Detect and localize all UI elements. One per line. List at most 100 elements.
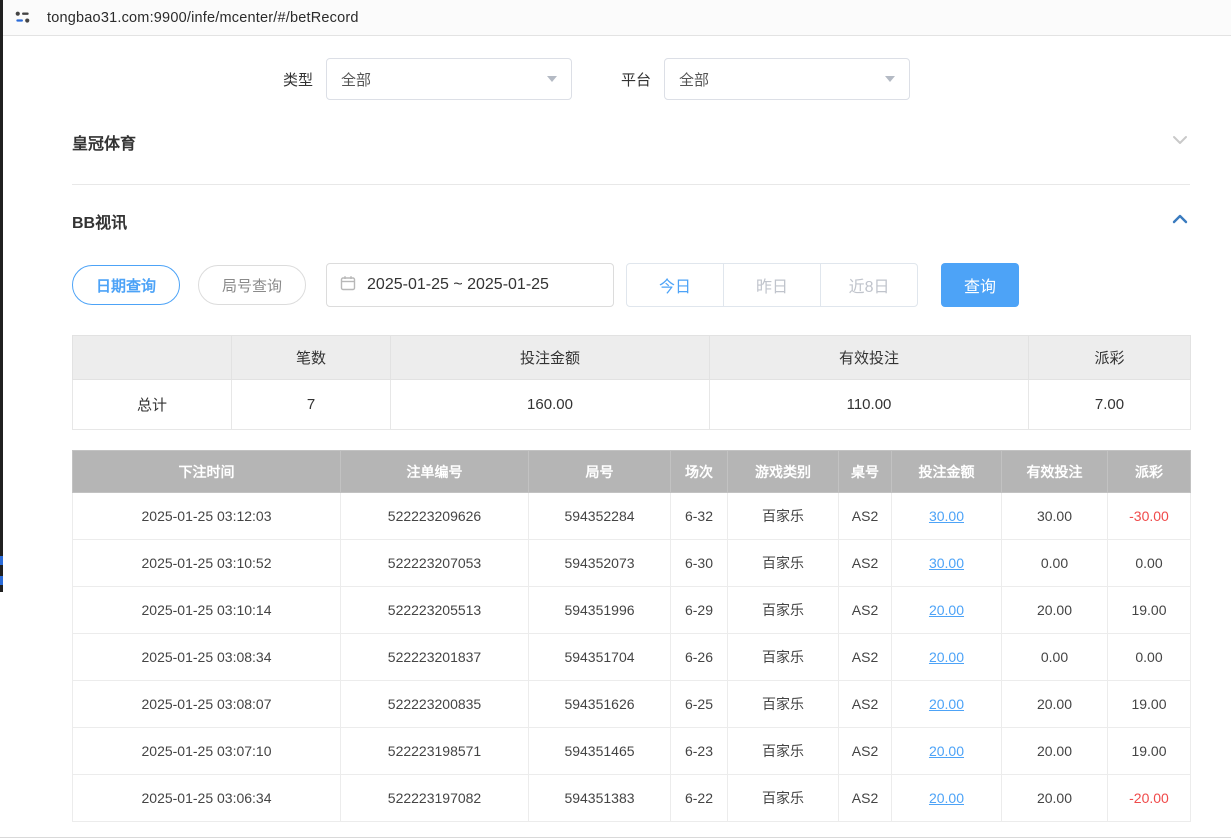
bet-amount-link[interactable]: 20.00: [892, 681, 1002, 728]
round-id: 594351704: [529, 634, 671, 681]
table-row: 2025-01-25 03:10:14522223205513594351996…: [73, 587, 1191, 634]
date-range-value: 2025-01-25 ~ 2025-01-25: [367, 276, 549, 294]
summary-payout-value: 7.00: [1029, 380, 1191, 430]
summary-header-valid-bet: 有效投注: [710, 336, 1029, 380]
summary-header-payout: 派彩: [1029, 336, 1191, 380]
summary-table: 笔数 投注金额 有效投注 派彩 总计 7 160.00 110.00 7.00: [72, 335, 1191, 430]
screen-edge-artifact: [0, 556, 3, 565]
table-row: 2025-01-25 03:12:03522223209626594352284…: [73, 493, 1191, 540]
platform-select-value: 全部: [679, 69, 709, 90]
chevron-down-icon: [885, 76, 895, 82]
quick-date-group: 今日 昨日 近8日: [626, 263, 918, 307]
table-row: 2025-01-25 03:07:10522223198571594351465…: [73, 728, 1191, 775]
table-id: AS2: [839, 634, 892, 681]
order-id: 522223200835: [341, 681, 529, 728]
bet-time: 2025-01-25 03:10:14: [73, 587, 341, 634]
col-header-valid-bet: 有效投注: [1002, 451, 1108, 493]
bet-amount-link[interactable]: 30.00: [892, 540, 1002, 587]
chevron-down-icon[interactable]: [1170, 130, 1190, 155]
section-crown-sports-title: 皇冠体育: [72, 130, 136, 154]
browser-profile-icon: [13, 8, 32, 27]
col-header-game-type: 游戏类别: [728, 451, 839, 493]
table-id: AS2: [839, 493, 892, 540]
bet-table-header-row: 下注时间 注单编号 局号 场次 游戏类别 桌号 投注金额 有效投注 派彩: [73, 451, 1191, 493]
bet-time: 2025-01-25 03:12:03: [73, 493, 341, 540]
summary-total-label: 总计: [73, 380, 232, 430]
game-type: 百家乐: [728, 493, 839, 540]
table-row: 2025-01-25 03:10:52522223207053594352073…: [73, 540, 1191, 587]
bet-amount-link[interactable]: 20.00: [892, 728, 1002, 775]
table-id: AS2: [839, 587, 892, 634]
last8days-button[interactable]: 近8日: [820, 263, 918, 307]
table-row: 2025-01-25 03:06:34522223197082594351383…: [73, 775, 1191, 822]
summary-count-value: 7: [232, 380, 391, 430]
query-toolbar: 日期查询 局号查询 2025-01-25 ~ 2025-01-25 今日 昨日 …: [72, 263, 1190, 307]
round-id: 594352073: [529, 540, 671, 587]
summary-bet-amount-value: 160.00: [391, 380, 710, 430]
payout: 19.00: [1108, 728, 1191, 775]
screen-edge-artifact: [0, 576, 3, 585]
bet-amount-link[interactable]: 20.00: [892, 775, 1002, 822]
table-id: AS2: [839, 775, 892, 822]
section-crown-sports[interactable]: 皇冠体育: [72, 120, 1190, 164]
game-type: 百家乐: [728, 728, 839, 775]
session: 6-32: [671, 493, 728, 540]
round-id: 594351626: [529, 681, 671, 728]
screen-edge-artifact: [0, 0, 3, 592]
col-header-payout: 派彩: [1108, 451, 1191, 493]
type-select-value: 全部: [341, 69, 371, 90]
bet-table-body: 2025-01-25 03:12:03522223209626594352284…: [73, 493, 1191, 822]
section-divider: [72, 184, 1190, 185]
date-range-input[interactable]: 2025-01-25 ~ 2025-01-25: [326, 263, 614, 307]
table-row: 2025-01-25 03:08:34522223201837594351704…: [73, 634, 1191, 681]
col-header-bet-amount: 投注金额: [892, 451, 1002, 493]
browser-url-bar[interactable]: tongbao31.com:9900/infe/mcenter/#/betRec…: [0, 0, 1231, 36]
bet-time: 2025-01-25 03:07:10: [73, 728, 341, 775]
summary-header-count: 笔数: [232, 336, 391, 380]
summary-header-row: 笔数 投注金额 有效投注 派彩: [73, 336, 1191, 380]
valid-bet: 20.00: [1002, 775, 1108, 822]
section-bb-video[interactable]: BB视讯: [72, 199, 1190, 243]
search-button[interactable]: 查询: [941, 263, 1019, 307]
bet-time: 2025-01-25 03:06:34: [73, 775, 341, 822]
col-header-order-id: 注单编号: [341, 451, 529, 493]
summary-valid-bet-value: 110.00: [710, 380, 1029, 430]
game-type: 百家乐: [728, 634, 839, 681]
col-header-table-id: 桌号: [839, 451, 892, 493]
valid-bet: 0.00: [1002, 634, 1108, 681]
date-query-button[interactable]: 日期查询: [72, 265, 180, 305]
platform-select[interactable]: 全部: [664, 58, 910, 100]
round-id: 594351996: [529, 587, 671, 634]
valid-bet: 20.00: [1002, 728, 1108, 775]
session: 6-23: [671, 728, 728, 775]
table-id: AS2: [839, 681, 892, 728]
round-query-button[interactable]: 局号查询: [198, 265, 306, 305]
game-type: 百家乐: [728, 775, 839, 822]
bet-amount-link[interactable]: 20.00: [892, 587, 1002, 634]
chevron-up-icon[interactable]: [1170, 209, 1190, 234]
filter-row: 类型 全部 平台 全部: [72, 58, 1190, 100]
bet-record-table: 下注时间 注单编号 局号 场次 游戏类别 桌号 投注金额 有效投注 派彩 202…: [72, 450, 1191, 822]
order-id: 522223205513: [341, 587, 529, 634]
valid-bet: 20.00: [1002, 681, 1108, 728]
round-id: 594352284: [529, 493, 671, 540]
round-id: 594351465: [529, 728, 671, 775]
summary-total-row: 总计 7 160.00 110.00 7.00: [73, 380, 1191, 430]
type-select[interactable]: 全部: [326, 58, 572, 100]
payout: 19.00: [1108, 681, 1191, 728]
bet-time: 2025-01-25 03:10:52: [73, 540, 341, 587]
bet-amount-link[interactable]: 30.00: [892, 493, 1002, 540]
valid-bet: 30.00: [1002, 493, 1108, 540]
url-text: tongbao31.com:9900/infe/mcenter/#/betRec…: [47, 10, 359, 26]
order-id: 522223207053: [341, 540, 529, 587]
section-bb-video-title: BB视讯: [72, 209, 127, 233]
today-button[interactable]: 今日: [626, 263, 724, 307]
round-id: 594351383: [529, 775, 671, 822]
yesterday-button[interactable]: 昨日: [723, 263, 821, 307]
session: 6-25: [671, 681, 728, 728]
table-id: AS2: [839, 728, 892, 775]
bet-time: 2025-01-25 03:08:07: [73, 681, 341, 728]
table-id: AS2: [839, 540, 892, 587]
type-label: 类型: [283, 69, 313, 90]
bet-amount-link[interactable]: 20.00: [892, 634, 1002, 681]
